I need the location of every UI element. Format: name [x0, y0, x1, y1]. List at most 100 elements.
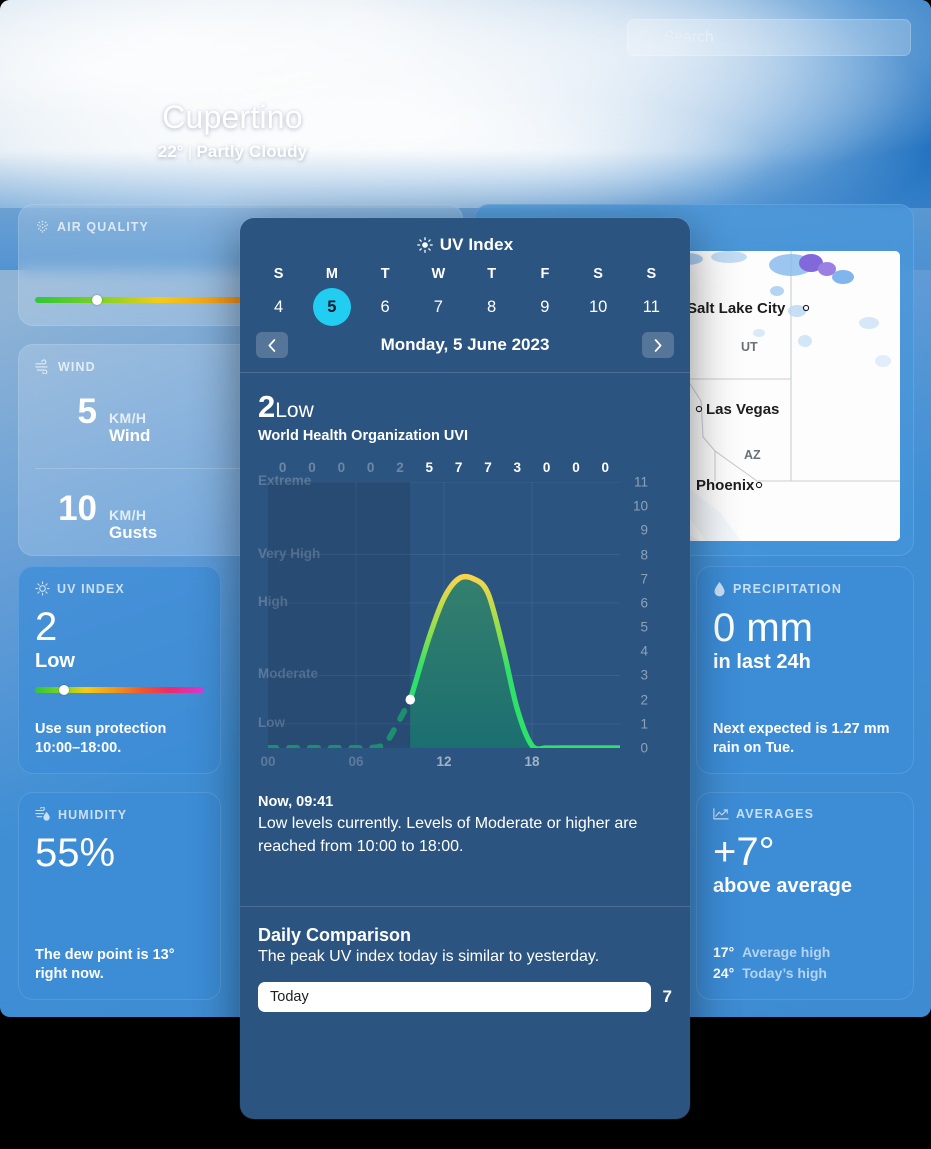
- y-axis-tick: 0: [640, 740, 648, 756]
- day-cell[interactable]: 9: [518, 288, 571, 326]
- day-cell[interactable]: 8: [465, 288, 518, 326]
- comparison-heading: Daily Comparison: [258, 925, 412, 946]
- chart-plot-area: [265, 481, 623, 752]
- day-cell[interactable]: 10: [572, 288, 625, 326]
- current-temperature: 22°: [157, 142, 184, 162]
- weekday-initial: T: [487, 266, 497, 282]
- uv-headline-level: Low: [275, 399, 314, 422]
- humidity-value: 55%: [35, 831, 116, 875]
- y-axis-tick: 9: [640, 522, 648, 538]
- card-title: UV INDEX: [57, 581, 125, 596]
- sun-icon: [416, 237, 433, 253]
- previous-day-button[interactable]: [256, 332, 288, 358]
- humidity-icon: [35, 807, 50, 821]
- map-label: AZ: [744, 448, 761, 462]
- wind-speed-value: 5: [77, 392, 97, 431]
- card-uv-index[interactable]: UV INDEX 2 Low Use sun protection 10:00–…: [18, 566, 221, 774]
- average-high-value: 17°: [713, 944, 735, 960]
- air-quality-icon: [37, 220, 48, 233]
- averages-sub: above average: [713, 875, 852, 897]
- uv-headline: 2Low World Health Organization UVI: [240, 373, 690, 444]
- day-number: 11: [642, 297, 660, 316]
- weekday-initial: S: [646, 266, 657, 282]
- day-cell-wrap: 4: [252, 288, 305, 326]
- uv-marker: [58, 685, 69, 695]
- day-cell[interactable]: 7: [412, 288, 465, 326]
- now-label: Now, 09:41: [258, 794, 334, 810]
- day-number: 6: [380, 297, 390, 316]
- day-number: 4: [274, 297, 284, 316]
- x-axis-tick: 06: [348, 754, 364, 769]
- uv-chart: 000025773000 LowModerateHighVery HighExt…: [250, 460, 680, 778]
- now-summary: Now, 09:41 Low levels currently. Levels …: [240, 778, 690, 858]
- map-label: Las Vegas: [706, 401, 779, 418]
- past-shading: [268, 482, 411, 748]
- wind-icon: [35, 359, 48, 374]
- y-axis-tick: 10: [632, 498, 648, 514]
- day-cell-wrap: 6: [359, 288, 412, 326]
- day-cell[interactable]: 4: [252, 288, 305, 326]
- map-label: UT: [741, 340, 758, 354]
- card-precipitation[interactable]: PRECIPITATION 0 mm in last 24h Next expe…: [696, 566, 914, 774]
- comparison-bar-label: Today: [270, 989, 309, 1006]
- y-axis-tick: 6: [640, 595, 648, 611]
- droplet-icon: [714, 582, 725, 597]
- day-cell-selected[interactable]: 5: [305, 288, 358, 326]
- hourly-uv-value: 0: [278, 460, 287, 475]
- uv-index-popover: UV Index SMTWTFSS 4 5 6 7 8 9 10 11 Monday, 5 J…: [240, 218, 690, 1119]
- gusts-label: Gusts: [109, 522, 158, 542]
- now-text: Low levels currently. Levels of Moderate…: [258, 815, 638, 856]
- hourly-uv-value: 3: [513, 460, 522, 475]
- uv-scale: [19, 673, 220, 695]
- uv-footer: Use sun protection 10:00–18:00.: [35, 720, 167, 756]
- map-label: Phoenix: [696, 477, 755, 494]
- hourly-uv-value: 0: [366, 460, 375, 475]
- comparison-bar-value: 7: [662, 987, 672, 1007]
- comparison-text: The peak UV index today is similar to ye…: [258, 948, 600, 966]
- precipitation-footer: Next expected is 1.27 mm rain on Tue.: [713, 720, 890, 756]
- card-averages[interactable]: AVERAGES +7° above average 17° Average hi…: [696, 792, 914, 1000]
- precipitation-period: in last 24h: [713, 651, 811, 673]
- weekday-initial: W: [431, 266, 446, 282]
- chart-svg: [265, 481, 623, 752]
- todays-high-label: Today’s high: [742, 965, 827, 981]
- separator: |: [187, 142, 193, 162]
- day-cell[interactable]: 11: [625, 288, 678, 326]
- y-axis-tick: 3: [640, 667, 648, 683]
- wind-speed-unit: KM/H: [109, 410, 147, 426]
- uv-level: Low: [35, 650, 75, 672]
- hourly-uv-value: 7: [484, 460, 492, 475]
- search-input[interactable]: Search: [627, 19, 911, 56]
- wind-speed-label: Wind: [109, 426, 151, 446]
- day-cell-wrap: 5: [305, 288, 358, 326]
- day-cell-wrap: 8: [465, 288, 518, 326]
- weekday-initial: S: [593, 266, 603, 282]
- x-axis-labels: 00 06 12 18: [260, 754, 620, 774]
- day-selector-row[interactable]: 4 5 6 7 8 9 10 11: [240, 288, 690, 326]
- chart-line-icon: [713, 808, 729, 820]
- weekday-initial: S: [273, 266, 284, 282]
- popover-pointer: [240, 630, 241, 714]
- next-day-button[interactable]: [642, 332, 674, 358]
- popover-title: UV Index: [240, 218, 690, 255]
- card-title: WIND: [58, 359, 96, 374]
- sun-icon: [35, 581, 50, 596]
- current-value-marker: [405, 694, 415, 705]
- comparison-bar[interactable]: Today: [258, 982, 651, 1013]
- day-number: 8: [487, 297, 497, 316]
- card-humidity[interactable]: HUMIDITY 55% The dew point is 13° right …: [18, 792, 221, 1000]
- hourly-uv-value: 0: [601, 460, 610, 475]
- day-cell-wrap: 10: [572, 288, 625, 326]
- day-cell-wrap: 9: [518, 288, 571, 326]
- current-conditions: 22° | Partly Cloudy: [0, 142, 465, 162]
- uv-standard: World Health Organization UVI: [258, 428, 468, 444]
- day-cell[interactable]: 6: [359, 288, 412, 326]
- popover-title-text: UV Index: [439, 235, 514, 254]
- hourly-uv-value: 0: [572, 460, 580, 475]
- selected-date-label: Monday, 5 June 2023: [380, 335, 550, 354]
- card-title: AVERAGES: [736, 807, 815, 821]
- gusts-value: 10: [58, 488, 97, 528]
- y-axis-tick: 7: [640, 571, 648, 587]
- hourly-uv-value: 0: [308, 460, 316, 475]
- averages-value: +7°: [713, 830, 775, 874]
